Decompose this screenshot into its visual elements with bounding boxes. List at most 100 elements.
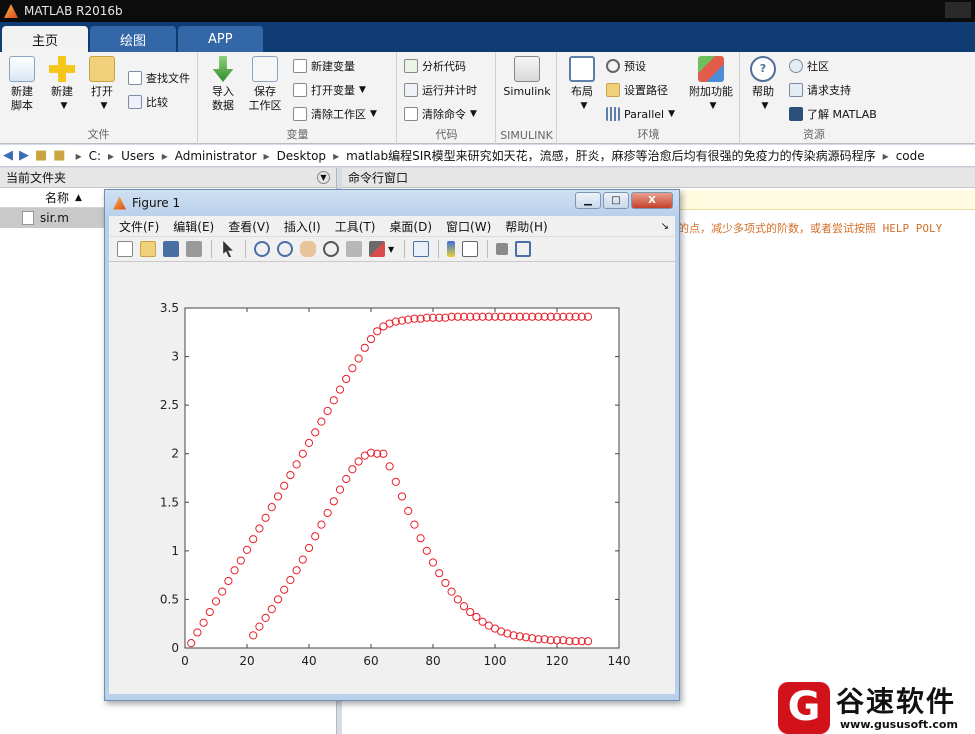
figure-window[interactable]: Figure 1 ▁ □ X 文件(F) 编辑(E) 查看(V) 插入(I) 工… (104, 189, 680, 701)
ribbon: 新建 脚本 新建▼ 打开▼ 查找文件 比较 文件 导入 数据 保存 工作区 (0, 52, 975, 144)
menu-help[interactable]: 帮助(H) (505, 218, 547, 235)
tab-plots[interactable]: 绘图 (90, 26, 177, 52)
zoom-out-icon[interactable] (277, 241, 293, 257)
x-tick-label: 140 (608, 654, 631, 668)
panel-menu-icon[interactable]: ▼ (317, 171, 330, 184)
menu-view[interactable]: 查看(V) (228, 218, 270, 235)
path-segment[interactable]: Users (121, 149, 155, 163)
timer-icon (404, 83, 418, 97)
new-button[interactable]: 新建 ▼ (42, 56, 82, 113)
layout-button[interactable]: 布局 ▼ (562, 56, 602, 113)
addons-button[interactable]: 附加功能 ▼ (686, 56, 736, 113)
maximize-button[interactable]: □ (603, 192, 629, 209)
close-button[interactable]: X (631, 192, 673, 209)
x-tick-label: 60 (363, 654, 378, 668)
watermark-logo: G (778, 682, 830, 734)
request-support-button[interactable]: 请求支持 (789, 80, 851, 100)
address-bar: ◀ ▶ ■ ■ ▸ C: ▸ Users ▸ Administrator ▸ D… (0, 145, 975, 167)
find-files-icon (128, 71, 142, 85)
colorbar-icon[interactable] (447, 241, 456, 257)
open-file-icon[interactable] (140, 241, 156, 257)
sir-plot[interactable]: 0 20 40 60 80 100 120 140 0 0.5 1 1.5 2 2.5 3 3.5 (109, 262, 675, 694)
menu-insert[interactable]: 插入(I) (284, 218, 321, 235)
hide-plot-tools-icon[interactable] (496, 243, 509, 255)
back-icon[interactable]: ◀ (3, 148, 13, 163)
import-arrow-icon (212, 56, 234, 82)
brush-dropdown-icon[interactable]: ▼ (388, 245, 394, 254)
figure-titlebar[interactable]: Figure 1 ▁ □ X (105, 190, 679, 216)
new-script-button[interactable]: 新建 脚本 (2, 56, 42, 113)
rotate-3d-icon[interactable] (323, 241, 339, 257)
app-title: MATLAB R2016b (24, 4, 123, 18)
new-figure-icon[interactable] (117, 241, 133, 257)
y-tick-label: 0.5 (160, 592, 179, 606)
learn-matlab-button[interactable]: 了解 MATLAB (789, 104, 877, 124)
open-variable-button[interactable]: 打开变量 ▼ (293, 80, 366, 100)
parallel-button[interactable]: Parallel ▼ (606, 104, 675, 124)
minimize-button[interactable]: ▁ (575, 192, 601, 209)
menu-edit[interactable]: 编辑(E) (173, 218, 214, 235)
compare-button[interactable]: 比较 (128, 92, 168, 112)
show-plot-tools-icon[interactable] (515, 241, 532, 257)
matlab-logo-icon (4, 4, 18, 18)
x-tick-label: 100 (484, 654, 507, 668)
ribbon-group-variable: 导入 数据 保存 工作区 新建变量 打开变量 ▼ 清除工作区 ▼ 变量 (199, 52, 397, 144)
simulink-button[interactable]: Simulink (501, 56, 553, 99)
preferences-button[interactable]: 预设 (606, 56, 646, 76)
figure-menubar: 文件(F) 编辑(E) 查看(V) 插入(I) 工具(T) 桌面(D) 窗口(W… (109, 216, 675, 236)
tab-home[interactable]: 主页 (2, 26, 89, 52)
window-control[interactable] (945, 2, 971, 18)
y-tick-label: 0 (171, 641, 179, 655)
help-question-icon: ? (750, 56, 776, 82)
up-folder-icon[interactable]: ■ (35, 148, 47, 163)
tab-apps[interactable]: APP (178, 26, 263, 52)
brush-icon[interactable] (369, 241, 385, 257)
menu-desktop[interactable]: 桌面(D) (389, 218, 432, 235)
x-tick-label: 20 (239, 654, 254, 668)
save-workspace-button[interactable]: 保存 工作区 (245, 56, 285, 113)
data-cursor-icon[interactable] (346, 241, 362, 257)
browse-folder-icon[interactable]: ■ (53, 148, 65, 163)
community-button[interactable]: 社区 (789, 56, 829, 76)
y-tick-label: 3 (171, 350, 179, 364)
new-variable-icon (293, 59, 307, 73)
menu-tools[interactable]: 工具(T) (335, 218, 376, 235)
forward-icon[interactable]: ▶ (19, 148, 29, 163)
ribbon-group-environment: 布局 ▼ 预设 设置路径 Parallel ▼ 附加功能 ▼ 环境 (558, 52, 740, 144)
print-icon[interactable] (186, 241, 202, 257)
dock-arrow-icon[interactable]: ↘ (661, 221, 669, 232)
zoom-in-icon[interactable] (254, 241, 270, 257)
path-segment[interactable]: Administrator (175, 149, 257, 163)
clear-workspace-button[interactable]: 清除工作区 ▼ (293, 104, 377, 124)
analyze-code-button[interactable]: 分析代码 (404, 56, 466, 76)
ribbon-group-simulink: Simulink SIMULINK (497, 52, 557, 144)
watermark: G 谷速软件 www.gususoft.com (778, 680, 975, 734)
save-icon[interactable] (163, 241, 179, 257)
path-segment[interactable]: Desktop (277, 149, 327, 163)
plus-icon (49, 56, 75, 82)
find-files-button[interactable]: 查找文件 (128, 68, 190, 88)
path-segment[interactable]: matlab编程SIR模型来研究如天花，流感，肝炎，麻疹等治愈后均有很强的免疫力… (346, 147, 876, 164)
menu-window[interactable]: 窗口(W) (446, 218, 491, 235)
path-segment[interactable]: C: (89, 149, 101, 163)
clear-commands-button[interactable]: 清除命令 ▼ (404, 104, 477, 124)
menu-file[interactable]: 文件(F) (119, 218, 159, 235)
legend-icon[interactable] (462, 241, 479, 257)
run-and-time-button[interactable]: 运行并计时 (404, 80, 477, 100)
m-file-icon (22, 211, 34, 225)
folder-icon (89, 56, 115, 82)
path-segment[interactable]: code (896, 149, 925, 163)
support-icon (789, 83, 803, 97)
pointer-icon[interactable] (223, 241, 233, 257)
compare-icon (128, 95, 142, 109)
pan-hand-icon[interactable] (300, 241, 316, 257)
help-button[interactable]: ? 帮助 ▼ (743, 56, 783, 113)
y-tick-label: 2 (171, 447, 179, 461)
layout-icon (569, 56, 595, 82)
import-data-button[interactable]: 导入 数据 (203, 56, 243, 113)
new-variable-button[interactable]: 新建变量 (293, 56, 355, 76)
link-plot-icon[interactable] (413, 241, 430, 257)
open-button[interactable]: 打开 ▼ (82, 56, 122, 113)
set-path-button[interactable]: 设置路径 (606, 80, 668, 100)
ribbon-group-file: 新建 脚本 新建 ▼ 打开 ▼ 查找文件 比较 文件 (0, 52, 198, 144)
